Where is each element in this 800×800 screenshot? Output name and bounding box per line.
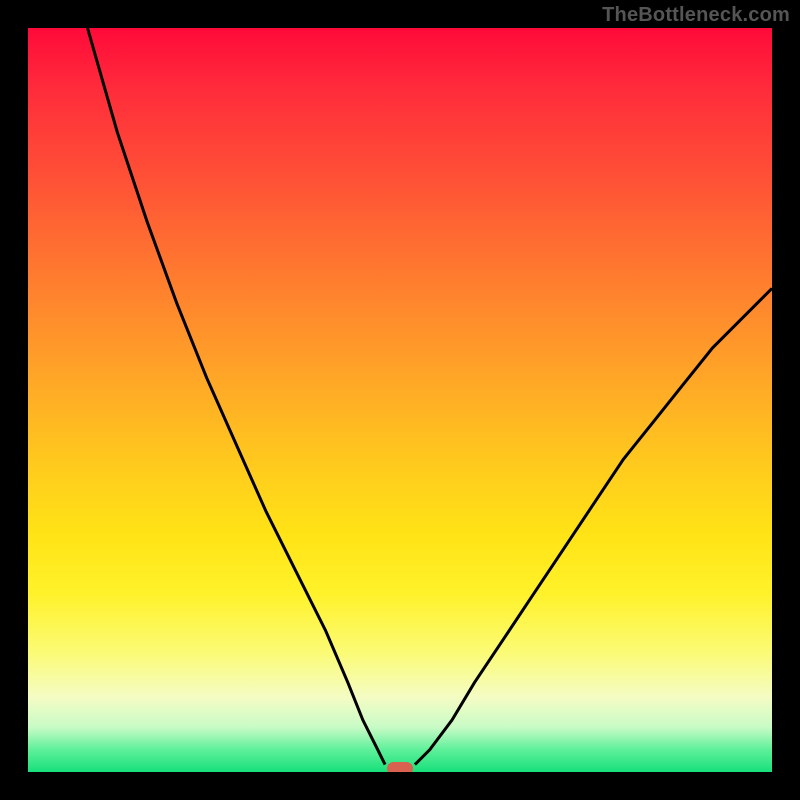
curve-left-branch	[88, 28, 386, 765]
bottleneck-curve	[28, 28, 772, 772]
chart-frame: TheBottleneck.com	[0, 0, 800, 800]
plot-area	[28, 28, 772, 772]
watermark-text: TheBottleneck.com	[602, 4, 790, 27]
curve-right-branch	[415, 288, 772, 764]
minimum-marker	[387, 762, 413, 772]
